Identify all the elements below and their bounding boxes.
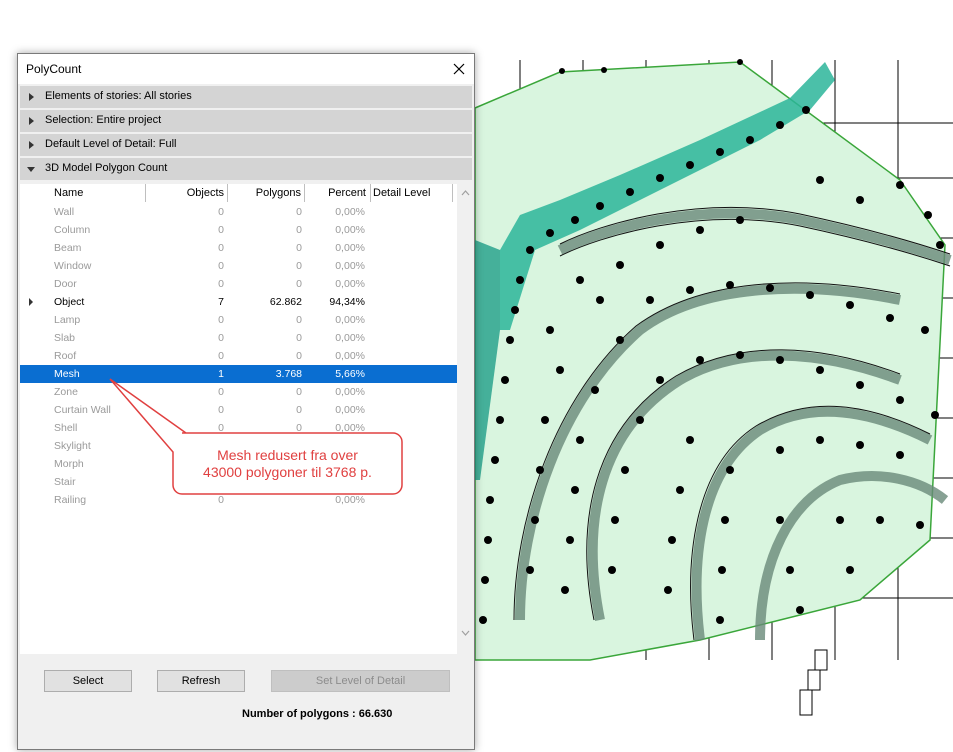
row-objects: 0 bbox=[218, 242, 224, 254]
triangle-down-icon bbox=[27, 167, 35, 172]
triangle-icon bbox=[29, 141, 34, 149]
row-polygons: 0 bbox=[296, 278, 302, 290]
section-label: Default Level of Detail: Full bbox=[45, 138, 177, 150]
table-row[interactable]: Beam 0 0 0,00% bbox=[20, 239, 457, 257]
row-polygons: 3.768 bbox=[275, 368, 302, 380]
refresh-button[interactable]: Refresh bbox=[157, 670, 245, 692]
section-label: 3D Model Polygon Count bbox=[45, 162, 168, 174]
row-name: Slab bbox=[54, 332, 76, 344]
row-objects: 0 bbox=[218, 386, 224, 398]
row-name: Zone bbox=[54, 386, 78, 398]
table-row[interactable]: Slab 0 0 0,00% bbox=[20, 329, 457, 347]
row-polygons: 0 bbox=[296, 350, 302, 362]
callout-line-1: Mesh redusert fra over bbox=[217, 447, 358, 463]
section-label: Selection: Entire project bbox=[45, 114, 162, 126]
table-row-mesh-selected[interactable]: Mesh 1 3.768 5,66% bbox=[20, 365, 457, 383]
row-percent: 0,00% bbox=[335, 224, 365, 236]
triangle-icon bbox=[29, 93, 34, 101]
table-row[interactable]: Column 0 0 0,00% bbox=[20, 221, 457, 239]
row-percent: 0,00% bbox=[335, 404, 365, 416]
building-outlines bbox=[799, 649, 828, 716]
row-name: Shell bbox=[54, 422, 78, 434]
row-objects: 0 bbox=[218, 278, 224, 290]
select-button[interactable]: Select bbox=[44, 670, 132, 692]
row-name: Roof bbox=[54, 350, 77, 362]
vertical-scrollbar[interactable] bbox=[459, 184, 472, 654]
row-name: Mesh bbox=[54, 368, 80, 380]
section-label: Elements of stories: All stories bbox=[45, 90, 192, 102]
dialog-title: PolyCount bbox=[26, 62, 82, 76]
row-name: Wall bbox=[54, 206, 75, 218]
row-objects: 0 bbox=[218, 224, 224, 236]
row-percent: 0,00% bbox=[335, 350, 365, 362]
row-polygons: 62.862 bbox=[269, 296, 302, 308]
row-percent: 0,00% bbox=[335, 332, 365, 344]
total-polygons: Number of polygons : 66.630 bbox=[242, 708, 393, 720]
row-name: Window bbox=[54, 260, 92, 272]
row-name: Object bbox=[54, 296, 85, 308]
row-percent: 0,00% bbox=[335, 278, 365, 290]
set-level-of-detail-button[interactable]: Set Level of Detail bbox=[271, 670, 450, 692]
row-percent: 5,66% bbox=[335, 368, 365, 380]
row-percent: 0,00% bbox=[335, 386, 365, 398]
expand-arrow-icon[interactable] bbox=[29, 298, 33, 306]
row-percent: 0,00% bbox=[335, 260, 365, 272]
table-row[interactable]: Lamp 0 0 0,00% bbox=[20, 311, 457, 329]
row-percent: 94,34% bbox=[329, 296, 365, 308]
row-objects: 0 bbox=[218, 206, 224, 218]
row-name: Curtain Wall bbox=[54, 404, 111, 416]
row-name: Stair bbox=[54, 476, 76, 488]
row-polygons: 0 bbox=[296, 332, 302, 344]
callout-text: Mesh redusert fra over 43000 polygoner t… bbox=[172, 447, 403, 481]
section-stories[interactable]: Elements of stories: All stories bbox=[20, 86, 472, 108]
close-button[interactable] bbox=[444, 54, 474, 84]
row-objects: 0 bbox=[218, 314, 224, 326]
row-polygons: 0 bbox=[296, 206, 302, 218]
table-row[interactable]: Door 0 0 0,00% bbox=[20, 275, 457, 293]
col-header-name[interactable]: Name bbox=[52, 184, 146, 202]
row-name: Morph bbox=[54, 458, 84, 470]
table-row-object[interactable]: Object 7 62.862 94,34% bbox=[20, 293, 457, 311]
titlebar: PolyCount bbox=[18, 54, 474, 84]
row-polygons: 0 bbox=[296, 314, 302, 326]
row-polygons: 0 bbox=[296, 404, 302, 416]
scroll-up-icon[interactable] bbox=[459, 186, 472, 200]
row-name: Lamp bbox=[54, 314, 81, 326]
row-percent: 0,00% bbox=[335, 242, 365, 254]
close-icon bbox=[453, 63, 465, 75]
col-header-objects[interactable]: Objects bbox=[146, 184, 228, 202]
table-row[interactable]: Roof 0 0 0,00% bbox=[20, 347, 457, 365]
col-header-detail-level[interactable]: Detail Level bbox=[371, 184, 453, 202]
row-polygons: 0 bbox=[296, 260, 302, 272]
row-polygons: 0 bbox=[296, 242, 302, 254]
row-percent: 0,00% bbox=[335, 206, 365, 218]
row-objects: 0 bbox=[218, 332, 224, 344]
polygon-count-table: Name Objects Polygons Percent Detail Lev… bbox=[20, 184, 457, 654]
section-detail-level[interactable]: Default Level of Detail: Full bbox=[20, 134, 472, 156]
polycount-dialog: PolyCount Elements of stories: All stori… bbox=[17, 53, 475, 750]
row-name: Skylight bbox=[54, 440, 91, 452]
callout-line-2: 43000 polygoner til 3768 p. bbox=[203, 464, 372, 480]
row-name: Beam bbox=[54, 242, 82, 254]
scroll-down-icon[interactable] bbox=[459, 626, 472, 640]
table-row[interactable]: Window 0 0 0,00% bbox=[20, 257, 457, 275]
col-header-percent[interactable]: Percent bbox=[305, 184, 371, 202]
section-polygon-count[interactable]: 3D Model Polygon Count bbox=[20, 158, 472, 180]
row-name: Column bbox=[54, 224, 91, 236]
row-name: Railing bbox=[54, 494, 87, 506]
row-objects: 0 bbox=[218, 350, 224, 362]
col-header-polygons[interactable]: Polygons bbox=[228, 184, 305, 202]
table-row[interactable]: Curtain Wall 0 0 0,00% bbox=[20, 401, 457, 419]
row-percent: 0,00% bbox=[335, 314, 365, 326]
row-objects: 7 bbox=[218, 296, 224, 308]
triangle-icon bbox=[29, 117, 34, 125]
row-name: Door bbox=[54, 278, 77, 290]
table-row[interactable]: Wall 0 0 0,00% bbox=[20, 203, 457, 221]
row-objects: 1 bbox=[218, 368, 224, 380]
row-objects: 0 bbox=[218, 260, 224, 272]
table-row[interactable]: Zone 0 0 0,00% bbox=[20, 383, 457, 401]
section-selection[interactable]: Selection: Entire project bbox=[20, 110, 472, 132]
row-polygons: 0 bbox=[296, 224, 302, 236]
row-polygons: 0 bbox=[296, 386, 302, 398]
